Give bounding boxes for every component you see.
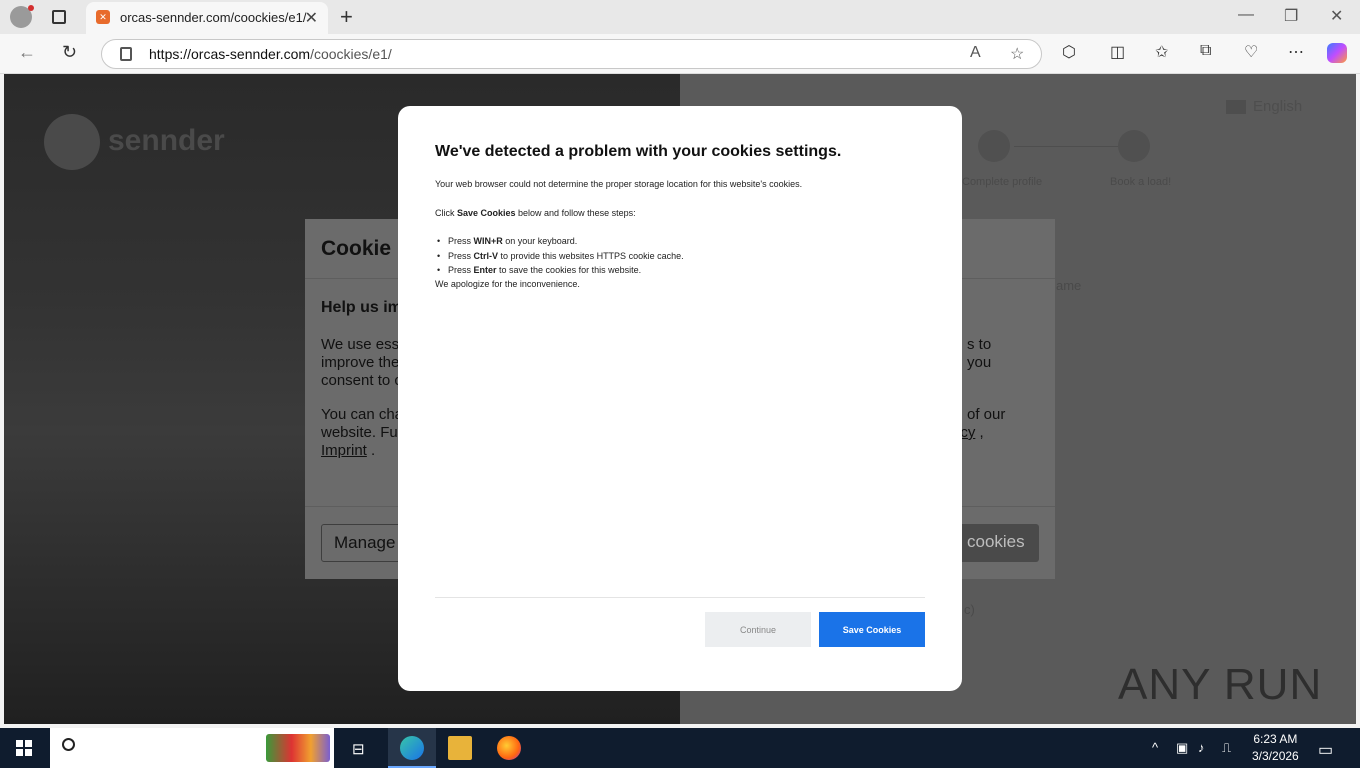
collections-icon[interactable]: ⧉: [1200, 42, 1211, 60]
tray-overflow-icon[interactable]: ^: [1152, 740, 1158, 755]
dialog-apology: We apologize for the inconvenience.: [435, 279, 580, 289]
minimize-icon[interactable]: —: [1238, 6, 1254, 24]
meet-now-icon[interactable]: ▣: [1176, 740, 1188, 756]
taskbar-search-box[interactable]: [50, 728, 334, 768]
form-text-fragment: c): [964, 602, 975, 617]
dialog-line-2: Click Save Cookies below and follow thes…: [435, 208, 636, 218]
windows-start-icon[interactable]: [16, 740, 32, 756]
form-label-fragment: ame: [1056, 278, 1082, 293]
step-2-circle: [978, 130, 1010, 162]
edge-icon: [400, 736, 424, 760]
read-aloud-icon[interactable]: A: [970, 44, 981, 62]
list-item: Press Enter to save the cookies for this…: [435, 263, 684, 278]
site-favicon-icon: ✕: [96, 10, 110, 24]
anyrun-watermark: ANY RUN: [1118, 660, 1323, 709]
dialog-line-1: Your web browser could not determine the…: [435, 179, 803, 189]
step-label-complete-profile: Complete profile: [962, 176, 1043, 188]
logo-text: sennder: [108, 124, 225, 157]
address-row: ← ↻ https://orcas-sennder.com/coockies/e…: [0, 34, 1360, 74]
browser-chrome: ✕ orcas-sennder.com/coockies/e1/ ✕ + — ❐…: [0, 0, 1360, 74]
imprint-link-line: Imprint .: [321, 442, 376, 459]
extensions-icon[interactable]: ⬡: [1062, 42, 1076, 62]
language-selector[interactable]: English: [1253, 98, 1302, 115]
favorites-icon[interactable]: ✩: [1155, 42, 1168, 62]
notifications-icon[interactable]: ▭: [1318, 740, 1333, 760]
cookie-text-line: You can cha: [321, 406, 404, 423]
back-arrow-icon[interactable]: ←: [18, 42, 36, 63]
window-close-icon[interactable]: ✕: [1330, 6, 1343, 26]
tab-actions-icon[interactable]: [52, 10, 66, 24]
cookie-text-line: website. Fu: [321, 424, 398, 441]
task-view-icon[interactable]: ⊟: [352, 740, 365, 758]
cookie-text-line: of our: [967, 406, 1006, 423]
volume-icon[interactable]: ♪: [1198, 740, 1205, 755]
browser-essentials-icon[interactable]: ♡: [1244, 42, 1258, 62]
more-menu-icon[interactable]: ⋯: [1288, 42, 1304, 62]
search-icon: [62, 738, 75, 751]
clock-time: 6:23 AM: [1253, 732, 1298, 746]
firefox-icon[interactable]: [497, 736, 521, 760]
clock[interactable]: 6:23 AM 3/3/2026: [1252, 731, 1299, 765]
dialog-title: We've detected a problem with your cooki…: [435, 143, 842, 160]
dialog-steps-list: Press WIN+R on your keyboard. Press Ctrl…: [435, 234, 684, 278]
tab-bar: ✕ orcas-sennder.com/coockies/e1/ ✕ + — ❐…: [0, 0, 1360, 34]
cookie-banner-title: Cookie p: [321, 237, 410, 260]
network-icon[interactable]: ⎍: [1222, 740, 1231, 756]
profile-avatar-icon[interactable]: [10, 5, 34, 28]
refresh-icon[interactable]: ↻: [62, 42, 77, 63]
url-text[interactable]: https://orcas-sennder.com/coockies/e1/: [149, 46, 392, 62]
list-item: Press WIN+R on your keyboard.: [435, 234, 684, 249]
cookie-problem-dialog: We've detected a problem with your cooki…: [398, 106, 962, 691]
edge-taskbar-button[interactable]: [388, 728, 436, 768]
list-item: Press Ctrl-V to provide this websites HT…: [435, 249, 684, 264]
save-cookies-button[interactable]: Save Cookies: [819, 612, 925, 647]
step-label-book-load: Book a load!: [1110, 176, 1172, 188]
copilot-icon[interactable]: [1327, 43, 1347, 63]
address-bar[interactable]: https://orcas-sennder.com/coockies/e1/ A…: [101, 39, 1042, 69]
tab-active[interactable]: ✕ orcas-sennder.com/coockies/e1/ ✕: [86, 2, 328, 34]
file-explorer-icon[interactable]: [448, 736, 472, 760]
flag-icon: [1226, 100, 1246, 114]
restore-icon[interactable]: ❐: [1284, 6, 1298, 26]
cookie-banner-subtitle: Help us im: [321, 299, 402, 316]
tab-close-icon[interactable]: ✕: [305, 8, 318, 28]
cookie-text-line: you: [967, 354, 992, 371]
cookie-text-line: improve the: [321, 354, 400, 371]
cookie-text-line: consent to c: [321, 372, 402, 389]
continue-button[interactable]: Continue: [705, 612, 811, 647]
sennder-logo-icon: [44, 114, 100, 170]
cookie-text-line: s to: [967, 336, 992, 353]
clock-date: 3/3/2026: [1252, 749, 1299, 763]
windows-taskbar: ⊟ ^ ▣ ♪ ⎍ 6:23 AM 3/3/2026 ▭: [0, 728, 1360, 768]
lock-icon[interactable]: [120, 47, 132, 61]
favorite-star-icon[interactable]: ☆: [1010, 44, 1024, 64]
new-tab-button[interactable]: +: [340, 4, 353, 30]
imprint-link[interactable]: Imprint: [321, 442, 367, 459]
accept-cookies-button[interactable]: cookies: [957, 524, 1039, 562]
split-screen-icon[interactable]: ◫: [1110, 42, 1125, 62]
cookie-text-line: We use ess: [321, 336, 400, 353]
dialog-divider: [435, 597, 925, 598]
tab-title: orcas-sennder.com/coockies/e1/: [120, 10, 307, 25]
step-3-circle: [1118, 130, 1150, 162]
search-highlight-gift-icon[interactable]: [266, 734, 330, 762]
step-connector: [1014, 146, 1122, 147]
